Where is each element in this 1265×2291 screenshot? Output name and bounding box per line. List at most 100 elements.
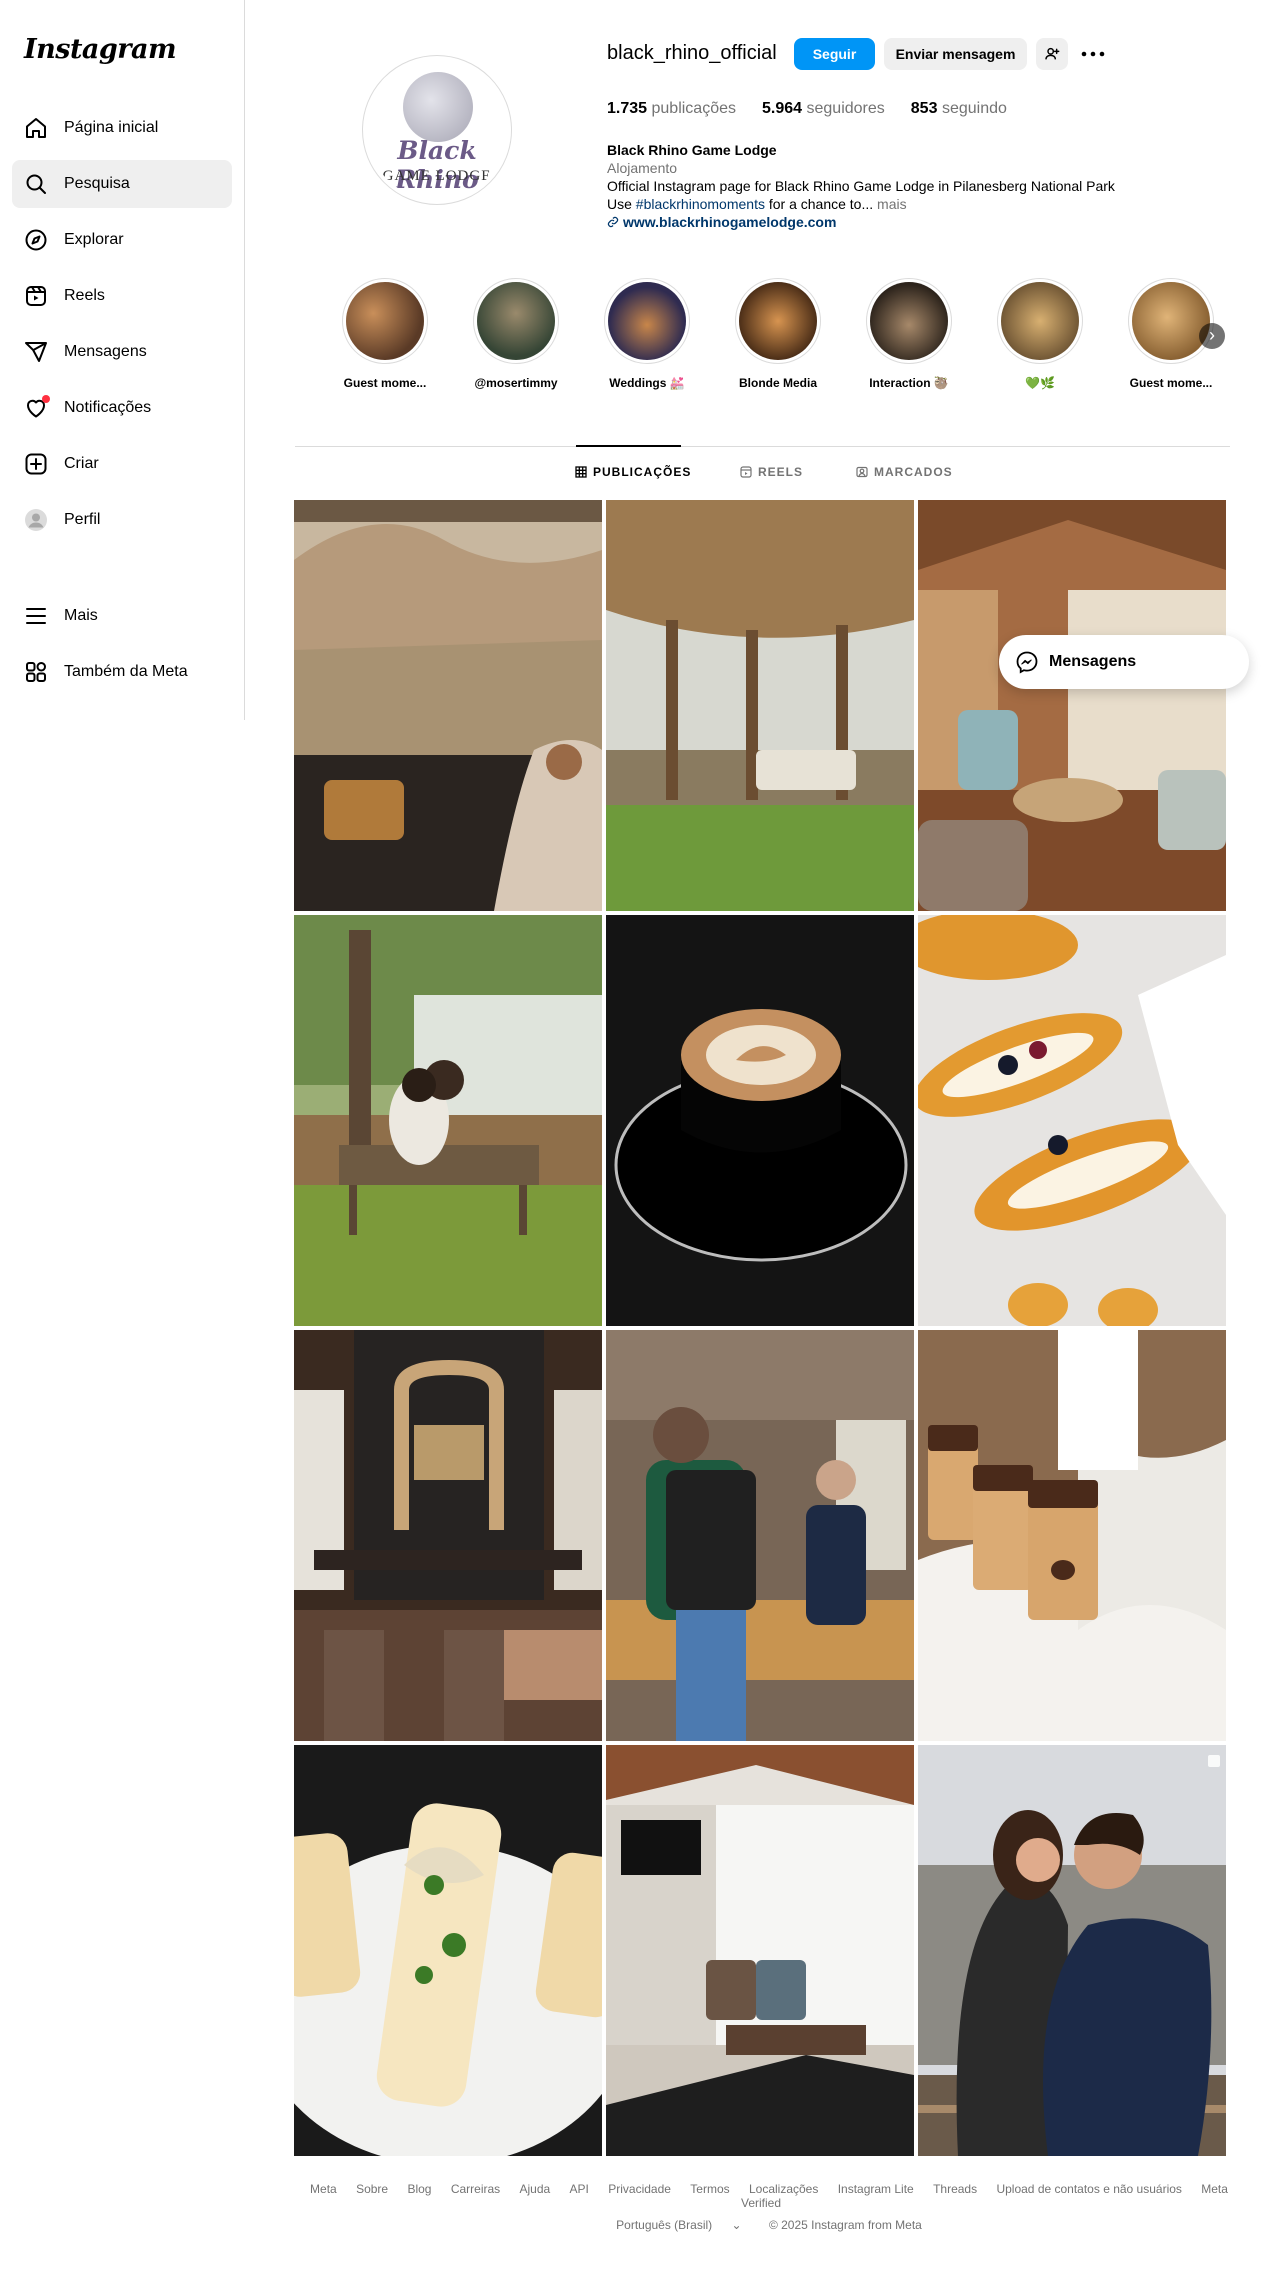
post-image [294, 1745, 602, 2156]
post-thumbnail[interactable] [294, 500, 602, 911]
highlight-item[interactable]: Blonde Media [723, 278, 833, 390]
highlight-item[interactable]: @mosertimmy [461, 278, 571, 390]
compass-icon [24, 228, 48, 252]
post-image [294, 915, 602, 1326]
chevron-down-icon: ⌄ [731, 2218, 742, 2232]
highlight-label: Weddings 💒 [609, 376, 685, 390]
avatar-brand-text: Black Rhino [395, 136, 479, 194]
highlight-label: Guest mome... [343, 376, 427, 390]
suggest-users-button[interactable] [1036, 38, 1068, 70]
profile-avatar[interactable]: Black Rhino GAME LODGE [362, 55, 512, 205]
post-image [606, 500, 914, 911]
footer-link[interactable]: Upload de contatos e não usuários [996, 2182, 1181, 2196]
reels-tab-icon [740, 466, 752, 478]
tab-reels[interactable]: REELS [740, 465, 803, 479]
highlight-cover [608, 282, 686, 360]
post-thumbnail[interactable] [918, 1745, 1226, 2156]
send-message-button[interactable]: Enviar mensagem [884, 38, 1027, 70]
sidebar-item-label: Pesquisa [64, 175, 130, 192]
post-thumbnail[interactable] [294, 915, 602, 1326]
post-thumbnail[interactable] [918, 500, 1226, 911]
story-highlights: Guest mome... @mosertimmy Weddings 💒 Blo… [330, 278, 1230, 398]
followers-stat[interactable]: 5.964 seguidores [762, 100, 885, 118]
sidebar-item-messages[interactable]: Mensagens [12, 328, 232, 376]
post-thumbnail[interactable] [606, 915, 914, 1326]
messenger-icon [1016, 651, 1038, 674]
post-thumbnail[interactable] [606, 1330, 914, 1741]
profile-bio: Black Rhino Game Lodge Alojamento Offici… [607, 141, 1115, 231]
profile-full-name: Black Rhino Game Lodge [607, 142, 777, 158]
menu-icon [24, 604, 48, 628]
highlight-item[interactable]: 💚🌿 [985, 278, 1095, 390]
footer-link[interactable]: Meta [310, 2182, 337, 2196]
post-image [918, 1330, 1226, 1741]
sidebar-item-search[interactable]: Pesquisa [12, 160, 232, 208]
instagram-logo[interactable]: Instagram [24, 34, 177, 65]
active-tab-indicator [576, 445, 681, 447]
sidebar-item-label: Notificações [64, 399, 152, 416]
footer-link[interactable]: Privacidade [608, 2182, 671, 2196]
language-selector[interactable]: Português (Brasil) ⌄ [608, 2218, 749, 2232]
add-person-icon [1045, 47, 1060, 60]
sidebar-item-label: Também da Meta [64, 663, 188, 680]
post-thumbnail[interactable] [606, 1745, 914, 2156]
sidebar-item-home[interactable]: Página inicial [12, 104, 232, 152]
moon-graphic [403, 72, 473, 142]
post-thumbnail[interactable] [918, 915, 1226, 1326]
footer-link[interactable]: API [570, 2182, 589, 2196]
sidebar-item-more[interactable]: Mais [12, 592, 232, 640]
floating-messages-button[interactable]: Mensagens [999, 635, 1249, 689]
highlight-cover [870, 282, 948, 360]
post-thumbnail[interactable] [918, 1330, 1226, 1741]
website-link[interactable]: www.blackrhinogamelodge.com [623, 214, 836, 230]
options-button[interactable] [1078, 42, 1108, 66]
hashtag-link[interactable]: #blackrhinomoments [636, 196, 765, 212]
post-image [294, 1330, 602, 1741]
footer-link[interactable]: Threads [933, 2182, 977, 2196]
sidebar-item-label: Mensagens [64, 343, 147, 360]
sidebar-item-explore[interactable]: Explorar [12, 216, 232, 264]
posts-stat: 1.735 publicações [607, 100, 736, 117]
avatar-brand-subtext: GAME LODGE [382, 168, 492, 184]
footer-link[interactable]: Sobre [356, 2182, 388, 2196]
footer-link[interactable]: Instagram Lite [838, 2182, 914, 2196]
footer-link[interactable]: Termos [690, 2182, 729, 2196]
bio-line-2: Use #blackrhinomoments for a chance to..… [607, 196, 907, 212]
highlights-next-button[interactable]: › [1199, 323, 1225, 349]
send-icon [24, 340, 48, 364]
following-stat[interactable]: 853 seguindo [911, 100, 1007, 118]
sidebar-item-create[interactable]: Criar [12, 440, 232, 488]
profile-category: Alojamento [607, 160, 678, 176]
highlight-cover [1001, 282, 1079, 360]
tab-tagged[interactable]: MARCADOS [856, 465, 953, 479]
highlight-item[interactable]: Weddings 💒 [592, 278, 702, 390]
tab-posts[interactable]: PUBLICAÇÕES [575, 465, 691, 479]
profile-avatar-icon [24, 508, 48, 532]
sidebar-item-label: Perfil [64, 511, 101, 528]
sidebar-item-notifications[interactable]: Notificações [12, 384, 232, 432]
copyright-text: © 2025 Instagram from Meta [768, 2218, 922, 2232]
post-thumbnail[interactable] [294, 1330, 602, 1741]
highlight-item[interactable]: Guest mome... [330, 278, 440, 390]
sidebar-item-profile[interactable]: Perfil [12, 496, 232, 544]
highlight-cover [477, 282, 555, 360]
footer-link[interactable]: Carreiras [451, 2182, 500, 2196]
highlight-label: Guest mome... [1129, 376, 1213, 390]
sidebar-item-also-from-meta[interactable]: Também da Meta [12, 648, 232, 696]
highlight-item[interactable]: Interaction 🦥 [854, 278, 964, 390]
profile-avatar-image: Black Rhino GAME LODGE [367, 60, 507, 200]
bio-line-1: Official Instagram page for Black Rhino … [607, 178, 1115, 194]
highlight-label: @mosertimmy [474, 376, 558, 390]
home-icon [24, 116, 48, 140]
footer-link[interactable]: Blog [407, 2182, 431, 2196]
website-row: www.blackrhinogamelodge.com [607, 213, 1115, 231]
sidebar: Instagram Página inicial Pesquisa Explor… [0, 0, 245, 720]
follow-button[interactable]: Seguir [794, 38, 875, 70]
post-thumbnail[interactable] [606, 500, 914, 911]
bio-more-link[interactable]: mais [873, 196, 907, 212]
footer-link[interactable]: Localizações [749, 2182, 818, 2196]
search-icon [24, 172, 48, 196]
footer-link[interactable]: Ajuda [520, 2182, 551, 2196]
post-thumbnail[interactable] [294, 1745, 602, 2156]
sidebar-item-reels[interactable]: Reels [12, 272, 232, 320]
